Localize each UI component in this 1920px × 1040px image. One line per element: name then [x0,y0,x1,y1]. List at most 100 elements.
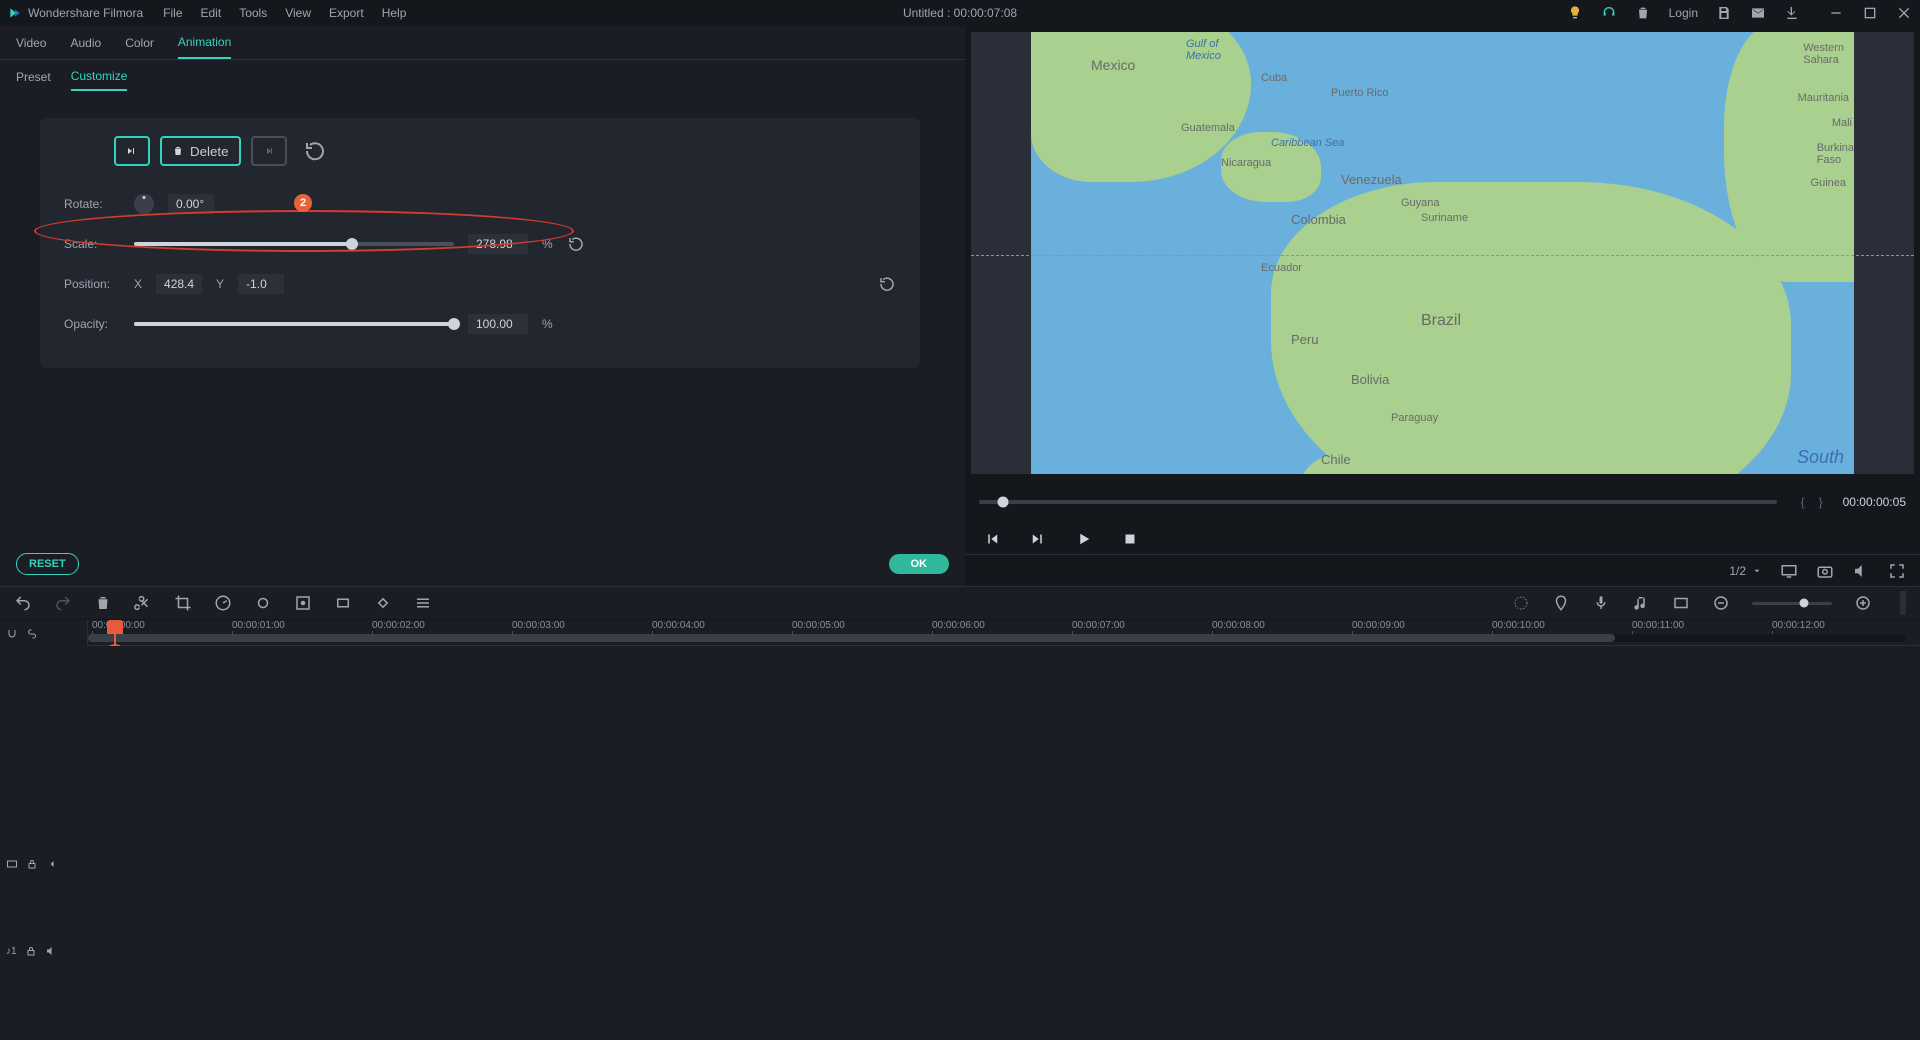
menu-file[interactable]: File [163,6,182,20]
fullscreen-icon[interactable] [1888,562,1906,580]
tab-color[interactable]: Color [125,28,154,58]
rotate-dial[interactable] [134,194,154,214]
greenscreen-icon[interactable] [294,594,312,612]
menu-help[interactable]: Help [382,6,407,20]
mute-icon[interactable] [45,945,57,957]
preview-quality-label: 1/2 [1729,564,1746,578]
speed-icon[interactable] [214,594,232,612]
tab-video[interactable]: Video [16,28,46,58]
position-y-value[interactable]: -1.0 [238,274,284,294]
monitor-icon[interactable] [1780,562,1798,580]
download-icon[interactable] [1784,5,1800,21]
preview-quality-select[interactable]: 1/2 [1729,564,1762,578]
position-label: Position: [64,277,120,291]
opacity-value[interactable]: 100.00 [468,314,528,334]
tab-animation[interactable]: Animation [178,27,231,59]
delete-keyframe-button[interactable]: Delete [160,136,241,166]
color-icon[interactable] [254,594,272,612]
undo-icon[interactable] [14,594,32,612]
marker-icon[interactable] [1552,594,1570,612]
subtab-preset[interactable]: Preset [16,64,51,90]
zoom-out-icon[interactable] [1712,594,1730,612]
titlebar-right: Login [1567,5,1912,21]
timeline-scrollbar[interactable] [88,634,1906,642]
seek-slider[interactable] [979,500,1777,504]
app-name: Wondershare Filmora [28,6,143,20]
menu-export[interactable]: Export [329,6,364,20]
minimize-icon[interactable] [1828,5,1844,21]
snapshot-icon[interactable] [1816,562,1834,580]
map-label: Ecuador [1261,262,1302,274]
video-track-icon [6,858,18,870]
mail-icon[interactable] [1750,5,1766,21]
timeline-ruler[interactable]: 00:00:00:00 00:00:01:00 00:00:02:00 00:0… [88,620,1920,646]
map-label: Mexico [1091,57,1135,73]
volume-icon[interactable] [1852,562,1870,580]
map-label: Suriname [1421,212,1468,224]
login-link[interactable]: Login [1669,6,1698,20]
audio-icon[interactable] [1632,594,1650,612]
mixer-icon[interactable] [1512,594,1530,612]
render-icon[interactable] [1672,594,1690,612]
delete-icon[interactable] [94,594,112,612]
position-reset-icon[interactable] [878,275,896,293]
next-keyframe-button[interactable] [251,136,287,166]
map-label: Gulf of Mexico [1186,38,1221,62]
close-icon[interactable] [1896,5,1912,21]
step-back-icon[interactable] [983,530,1001,548]
lock-icon[interactable] [26,858,38,870]
preview-toolbar: 1/2 [965,554,1920,586]
voiceover-icon[interactable] [1592,594,1610,612]
scale-reset-icon[interactable] [567,235,585,253]
magnet-icon[interactable] [6,628,18,640]
link-icon[interactable] [26,628,38,640]
scale-value[interactable]: 278.98 [468,234,528,254]
map-label: Chile [1321,452,1351,467]
lock-icon[interactable] [25,945,37,957]
split-icon[interactable] [134,594,152,612]
redo-icon[interactable] [54,594,72,612]
opacity-slider[interactable] [134,322,454,326]
rotate-value[interactable]: 0.00° [168,194,214,214]
subtab-customize[interactable]: Customize [71,63,128,91]
maximize-icon[interactable] [1862,5,1878,21]
ruler-tick: 00:00:08:00 [1212,620,1265,631]
play-icon[interactable] [1075,530,1093,548]
rotate-label: Rotate: [64,197,120,211]
ok-button[interactable]: OK [889,554,950,574]
reset-button[interactable]: RESET [16,553,79,575]
lightbulb-icon[interactable] [1567,5,1583,21]
keyframe-icon[interactable] [374,594,392,612]
crop-icon[interactable] [174,594,192,612]
settings-icon[interactable] [414,594,432,612]
prev-keyframe-button[interactable] [114,136,150,166]
menu-tools[interactable]: Tools [239,6,267,20]
headset-icon[interactable] [1601,5,1617,21]
map-label: Burkina Faso [1817,142,1854,166]
fit-icon[interactable] [334,594,352,612]
position-x-value[interactable]: 428.4 [156,274,202,294]
menu-view[interactable]: View [285,6,311,20]
ruler-tick: 00:00:02:00 [372,620,425,631]
scale-slider[interactable] [134,242,454,246]
timeline-tracks[interactable]: 00:00:00:00 00:00:01:00 00:00:02:00 00:0… [88,620,1920,646]
reset-keyframes-button[interactable] [303,139,327,163]
menu-edit[interactable]: Edit [201,6,222,20]
preview-canvas[interactable]: Mexico Gulf of Mexico Cuba Puerto Rico G… [971,32,1914,474]
stop-icon[interactable] [1121,530,1139,548]
keyframe-controls: Delete Rotate: 0.00° S [40,118,920,368]
trash-icon[interactable] [1635,5,1651,21]
zoom-in-icon[interactable] [1854,594,1872,612]
step-forward-icon[interactable] [1029,530,1047,548]
map-label: Mali [1832,117,1852,129]
chevron-left-icon[interactable] [46,858,58,870]
playhead[interactable] [114,620,116,646]
preview-pane: Mexico Gulf of Mexico Cuba Puerto Rico G… [965,26,1920,586]
preview-timecode: 00:00:00:05 [1843,495,1906,509]
zoom-slider[interactable] [1752,602,1832,605]
tab-audio[interactable]: Audio [70,28,101,58]
save-icon[interactable] [1716,5,1732,21]
ruler-tick: 00:00:04:00 [652,620,705,631]
map-label: Peru [1291,332,1318,347]
ruler-tick: 00:00:09:00 [1352,620,1405,631]
